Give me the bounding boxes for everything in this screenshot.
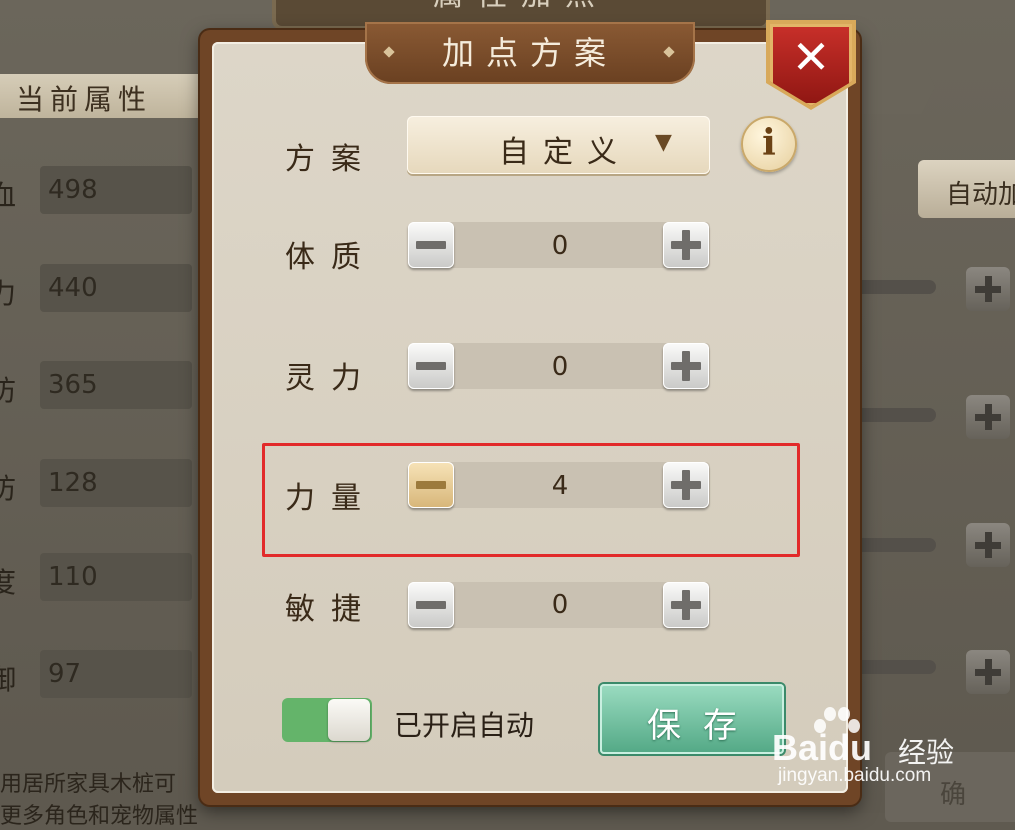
stat-row: 防 128: [0, 459, 195, 509]
auto-allocate-toggle[interactable]: [282, 698, 372, 742]
minus-icon: [416, 601, 446, 609]
constitution-minus-button[interactable]: [408, 222, 454, 268]
stat-row: 血 498: [0, 166, 195, 216]
attribute-label-spirit: 灵力: [285, 361, 377, 396]
triangle-down-icon: ▼: [655, 130, 672, 155]
background-plus-button[interactable]: [966, 650, 1010, 694]
background-plus-button[interactable]: [966, 523, 1010, 567]
minus-icon: [416, 481, 446, 489]
strength-plus-button[interactable]: [663, 462, 709, 508]
dialog-title-plate: 加点方案: [365, 22, 695, 84]
background-slider: [850, 660, 936, 674]
stat-row: 度 110: [0, 553, 195, 603]
attribute-label-constitution: 体质: [285, 240, 377, 275]
agility-minus-button[interactable]: [408, 582, 454, 628]
stat-label: 御: [0, 663, 17, 696]
spirit-minus-button[interactable]: [408, 343, 454, 389]
watermark-url: jingyan.baidu.com: [778, 765, 932, 786]
auto-allocate-label: 自动加: [946, 180, 1015, 210]
stat-label: 血: [0, 179, 17, 212]
save-button-label: 保存: [647, 706, 759, 746]
close-icon: ✕: [791, 30, 831, 84]
background-note: 更多角色和宠物属性: [0, 804, 199, 829]
info-button[interactable]: i: [741, 116, 797, 172]
background-slider: [850, 538, 936, 552]
stat-value: 97: [48, 659, 82, 689]
stat-value: 498: [48, 175, 98, 205]
background-slider: [850, 408, 936, 422]
agility-plus-button[interactable]: [663, 582, 709, 628]
info-icon: i: [762, 122, 776, 164]
background-plus-button[interactable]: [966, 267, 1010, 311]
plus-icon-vertical: [682, 230, 690, 260]
minus-icon: [416, 362, 446, 370]
stat-row: 防 365: [0, 361, 195, 411]
auto-allocate-toggle-label: 已开启自动: [394, 709, 535, 742]
stat-value: 128: [48, 468, 98, 498]
stat-value: 365: [48, 370, 98, 400]
save-button[interactable]: 保存: [600, 684, 784, 754]
strength-minus-button[interactable]: [408, 462, 454, 508]
background-plus-button[interactable]: [966, 395, 1010, 439]
tab-current-attributes[interactable]: 当前属性: [0, 74, 205, 118]
attribute-label-strength: 力量: [285, 481, 377, 516]
tab-current-attributes-label: 当前属性: [16, 83, 153, 116]
stat-label: 防: [0, 374, 17, 407]
background-note: 用居所家具木桩可: [0, 772, 177, 797]
close-button[interactable]: ✕: [766, 20, 856, 110]
plus-icon-vertical: [682, 470, 690, 500]
stat-label: 防: [0, 472, 17, 505]
spirit-plus-button[interactable]: [663, 343, 709, 389]
plus-icon-vertical: [682, 351, 690, 381]
background-title: 属性加点: [276, 0, 766, 14]
scheme-label: 方案: [285, 142, 377, 177]
constitution-plus-button[interactable]: [663, 222, 709, 268]
stat-label: 力: [0, 277, 17, 310]
auto-allocate-button[interactable]: 自动加: [918, 160, 1015, 218]
minus-icon: [416, 241, 446, 249]
plus-icon-vertical: [682, 590, 690, 620]
dialog-title: 加点方案: [441, 34, 618, 72]
scheme-dropdown-value: 自定义: [499, 135, 631, 170]
stat-row: 御 97: [0, 650, 195, 700]
background-slider: [850, 280, 936, 294]
watermark-logo: Baidu: [772, 727, 873, 768]
scheme-dropdown[interactable]: 自定义 ▼: [407, 116, 710, 174]
stat-value: 440: [48, 273, 98, 303]
stat-row: 力 440: [0, 264, 195, 314]
toggle-knob: [328, 699, 370, 741]
attribute-label-agility: 敏捷: [285, 592, 377, 627]
stat-value: 110: [48, 562, 98, 592]
baidu-jingyan-watermark: Baidu 经验 jingyan.baidu.com: [772, 705, 972, 795]
stat-label: 度: [0, 566, 17, 599]
